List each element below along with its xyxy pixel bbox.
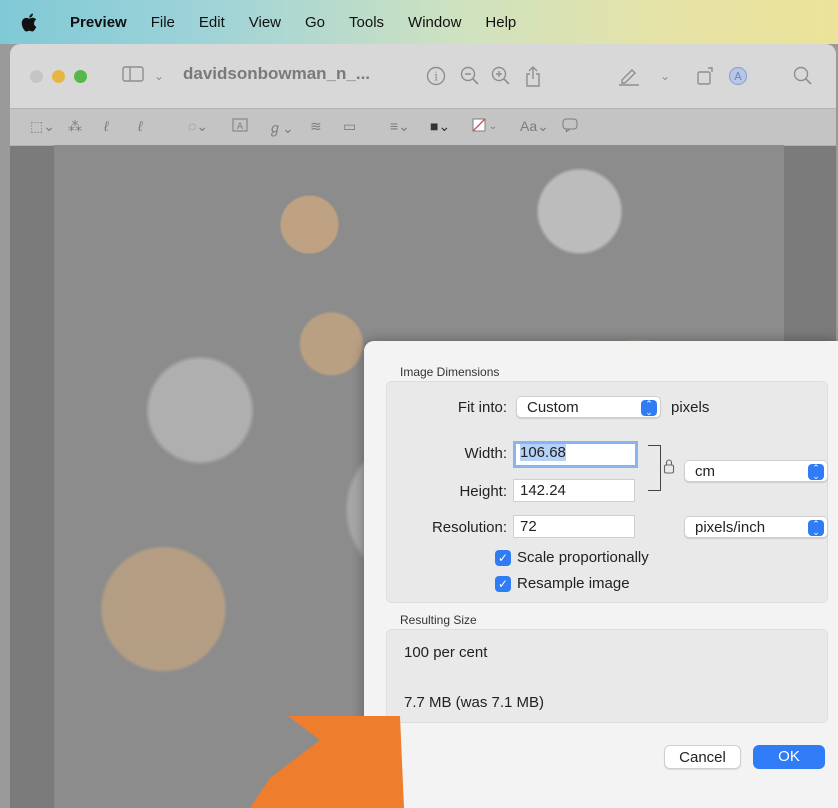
resolution-value: 72: [520, 518, 537, 535]
zoom-out-icon[interactable]: [460, 66, 480, 90]
adjust-size-icon[interactable]: ▭: [343, 118, 356, 135]
menu-app-preview[interactable]: Preview: [58, 14, 139, 31]
menu-window[interactable]: Window: [396, 14, 473, 31]
menu-tools[interactable]: Tools: [337, 14, 396, 31]
zoom-in-icon[interactable]: [491, 66, 511, 90]
menu-edit[interactable]: Edit: [187, 14, 237, 31]
border-color-icon[interactable]: ■⌄: [430, 118, 450, 135]
fit-into-unit: pixels: [671, 399, 710, 416]
selection-tool-icon[interactable]: ⬚⌄: [30, 118, 55, 135]
apple-menu-icon[interactable]: [20, 12, 38, 32]
search-icon[interactable]: [793, 66, 813, 90]
shape-style-icon[interactable]: ≡⌄: [390, 118, 410, 135]
info-icon[interactable]: i: [426, 66, 446, 90]
share-icon[interactable]: [524, 66, 542, 92]
fit-into-select[interactable]: Custom ⌃ ⌄: [516, 396, 661, 418]
image-dimensions-heading: Image Dimensions: [400, 365, 500, 379]
select-chevrons-icon: ⌃ ⌄: [808, 464, 824, 481]
zoom-window-button[interactable]: [74, 69, 87, 83]
title-bar: ⌄ davidsonbowman_n_... i ⌄ A: [10, 44, 836, 108]
resample-image-checkbox[interactable]: ✓: [495, 576, 511, 592]
resolution-field[interactable]: 72: [513, 515, 635, 538]
image-dimensions-panel: Fit into: Custom ⌃ ⌄ pixels Width: 106.68…: [386, 381, 828, 603]
svg-text:A: A: [237, 122, 244, 132]
dimension-unit-value: cm: [695, 463, 715, 480]
adjust-color-icon[interactable]: ≋: [310, 118, 322, 135]
select-chevrons-icon: ⌃ ⌄: [808, 520, 824, 537]
sidebar-chevron-down-icon[interactable]: ⌄: [154, 66, 164, 86]
markup-pen-icon[interactable]: [618, 66, 640, 90]
proportion-bracket: [648, 445, 661, 491]
close-window-button[interactable]: [30, 69, 43, 83]
instant-alpha-icon[interactable]: ⁂: [68, 118, 82, 135]
fill-color-icon[interactable]: ⌄: [472, 118, 500, 135]
height-label: Height:: [459, 483, 507, 500]
menu-go[interactable]: Go: [293, 14, 337, 31]
width-value: 106.68: [520, 444, 566, 461]
percent-text: 100 per cent: [404, 644, 488, 661]
markup-toolbar: ⬚⌄ ⁂ ℓ ℓ ◌⌄ A ℊ⌄ ≋ ▭ ≡⌄ ■⌄ ⌄ Aa⌄: [10, 108, 836, 146]
resample-image-label: Resample image: [517, 575, 630, 592]
svg-text:i: i: [434, 70, 438, 84]
height-value: 142.24: [520, 482, 566, 499]
resolution-unit-select[interactable]: pixels/inch ⌃ ⌄: [684, 516, 828, 538]
select-chevrons-icon: ⌃ ⌄: [641, 400, 657, 417]
draw-icon[interactable]: ℓ: [138, 118, 143, 134]
resolution-label: Resolution:: [431, 519, 507, 536]
fit-into-label: Fit into:: [457, 399, 507, 416]
size-text: 7.7 MB (was 7.1 MB): [404, 694, 545, 711]
width-label: Width:: [464, 445, 507, 462]
annotate-circle-icon[interactable]: A: [728, 66, 748, 90]
lock-icon: [663, 458, 675, 474]
ok-button[interactable]: OK: [753, 745, 825, 769]
rotate-icon[interactable]: [696, 66, 716, 90]
height-field[interactable]: 142.24: [513, 479, 635, 502]
menu-view[interactable]: View: [237, 14, 293, 31]
sign-icon[interactable]: ℊ⌄: [268, 118, 294, 138]
menu-bar: Preview File Edit View Go Tools Window H…: [0, 0, 838, 44]
menu-help[interactable]: Help: [473, 14, 528, 31]
scale-proportionally-checkbox[interactable]: ✓: [495, 550, 511, 566]
cancel-button[interactable]: Cancel: [664, 745, 741, 769]
markup-chevron-down-icon[interactable]: ⌄: [660, 66, 670, 86]
sidebar-toggle-icon[interactable]: [122, 66, 144, 86]
resulting-size-heading: Resulting Size: [400, 613, 477, 627]
text-style-icon[interactable]: Aa⌄: [520, 118, 549, 135]
scale-proportionally-label: Scale proportionally: [517, 549, 649, 566]
resolution-unit-value: pixels/inch: [695, 519, 766, 536]
annotate-icon[interactable]: [562, 118, 578, 135]
image-size-dialog: Image Dimensions Fit into: Custom ⌃ ⌄ pix…: [364, 341, 838, 808]
resulting-size-panel: 100 per cent 7.7 MB (was 7.1 MB): [386, 629, 828, 723]
fit-into-value: Custom: [527, 399, 579, 416]
text-box-icon[interactable]: A: [232, 118, 248, 135]
menu-file[interactable]: File: [139, 14, 187, 31]
document-title: davidsonbowman_n_...: [183, 64, 371, 83]
svg-text:A: A: [734, 70, 742, 83]
svg-text:⌄: ⌄: [489, 121, 497, 132]
width-field[interactable]: 106.68: [513, 441, 638, 468]
dimension-unit-select[interactable]: cm ⌃ ⌄: [684, 460, 828, 482]
sketch-icon[interactable]: ℓ: [104, 118, 109, 134]
shapes-icon[interactable]: ◌⌄: [188, 118, 208, 135]
minimize-window-button[interactable]: [52, 69, 65, 83]
